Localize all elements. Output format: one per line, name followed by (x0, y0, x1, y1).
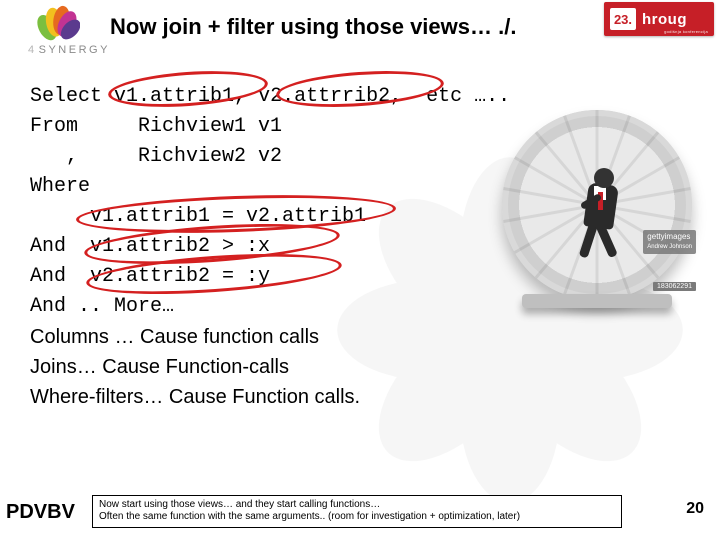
hroug-badge: 23. hroug godišnja konferencija (604, 2, 714, 36)
sql-line-more: And .. More… (30, 292, 590, 322)
note-joins: Joins… Cause Function-calls (30, 352, 590, 382)
note-columns: Columns … Cause function calls (30, 322, 590, 352)
synergy-wordmark: 4SYNERGY (28, 44, 110, 56)
note-where: Where-filters… Cause Function calls. (30, 382, 590, 412)
page-number: 20 (686, 500, 704, 518)
stock-watermark: gettyimagesAndrew Johnson (643, 230, 696, 254)
hroug-badge-text: hroug (642, 11, 687, 28)
footer-note-line: Often the same function with the same ar… (99, 511, 615, 523)
sql-line-join: v1.attrib1 = v2.attrib1 (30, 202, 590, 232)
sql-line-from2: , Richview2 v2 (30, 142, 590, 172)
hroug-badge-sub: godišnja konferencija (664, 29, 708, 34)
stock-id: 183062291 (653, 282, 696, 291)
sql-line-from: From Richview1 v1 (30, 112, 590, 142)
sql-line-where: Where (30, 172, 590, 202)
sql-line-select: Select v1.attrib1, v2.attrrib2, etc ….. (30, 82, 590, 112)
footer-note-box: Now start using those views… and they st… (92, 495, 622, 528)
slide-header: 4SYNERGY Now join + filter using those v… (0, 0, 720, 58)
synergy-flower-icon (34, 4, 80, 44)
sql-line-and1: And v1.attrib2 > :x (30, 232, 590, 262)
sql-line-and2: And v2.attrib2 = :y (30, 262, 590, 292)
footer-brand: PDVBV (6, 501, 75, 524)
hroug-badge-number: 23. (610, 8, 636, 30)
footer-note-line: Now start using those views… and they st… (99, 499, 615, 511)
synergy-text: SYNERGY (39, 44, 110, 56)
sql-block: Select v1.attrib1, v2.attrrib2, etc ….. … (30, 82, 590, 412)
slide-footer: PDVBV Now start using those views… and t… (0, 488, 720, 532)
synergy-prefix: 4 (28, 44, 37, 56)
slide-title: Now join + filter using those views… ./. (110, 14, 516, 40)
